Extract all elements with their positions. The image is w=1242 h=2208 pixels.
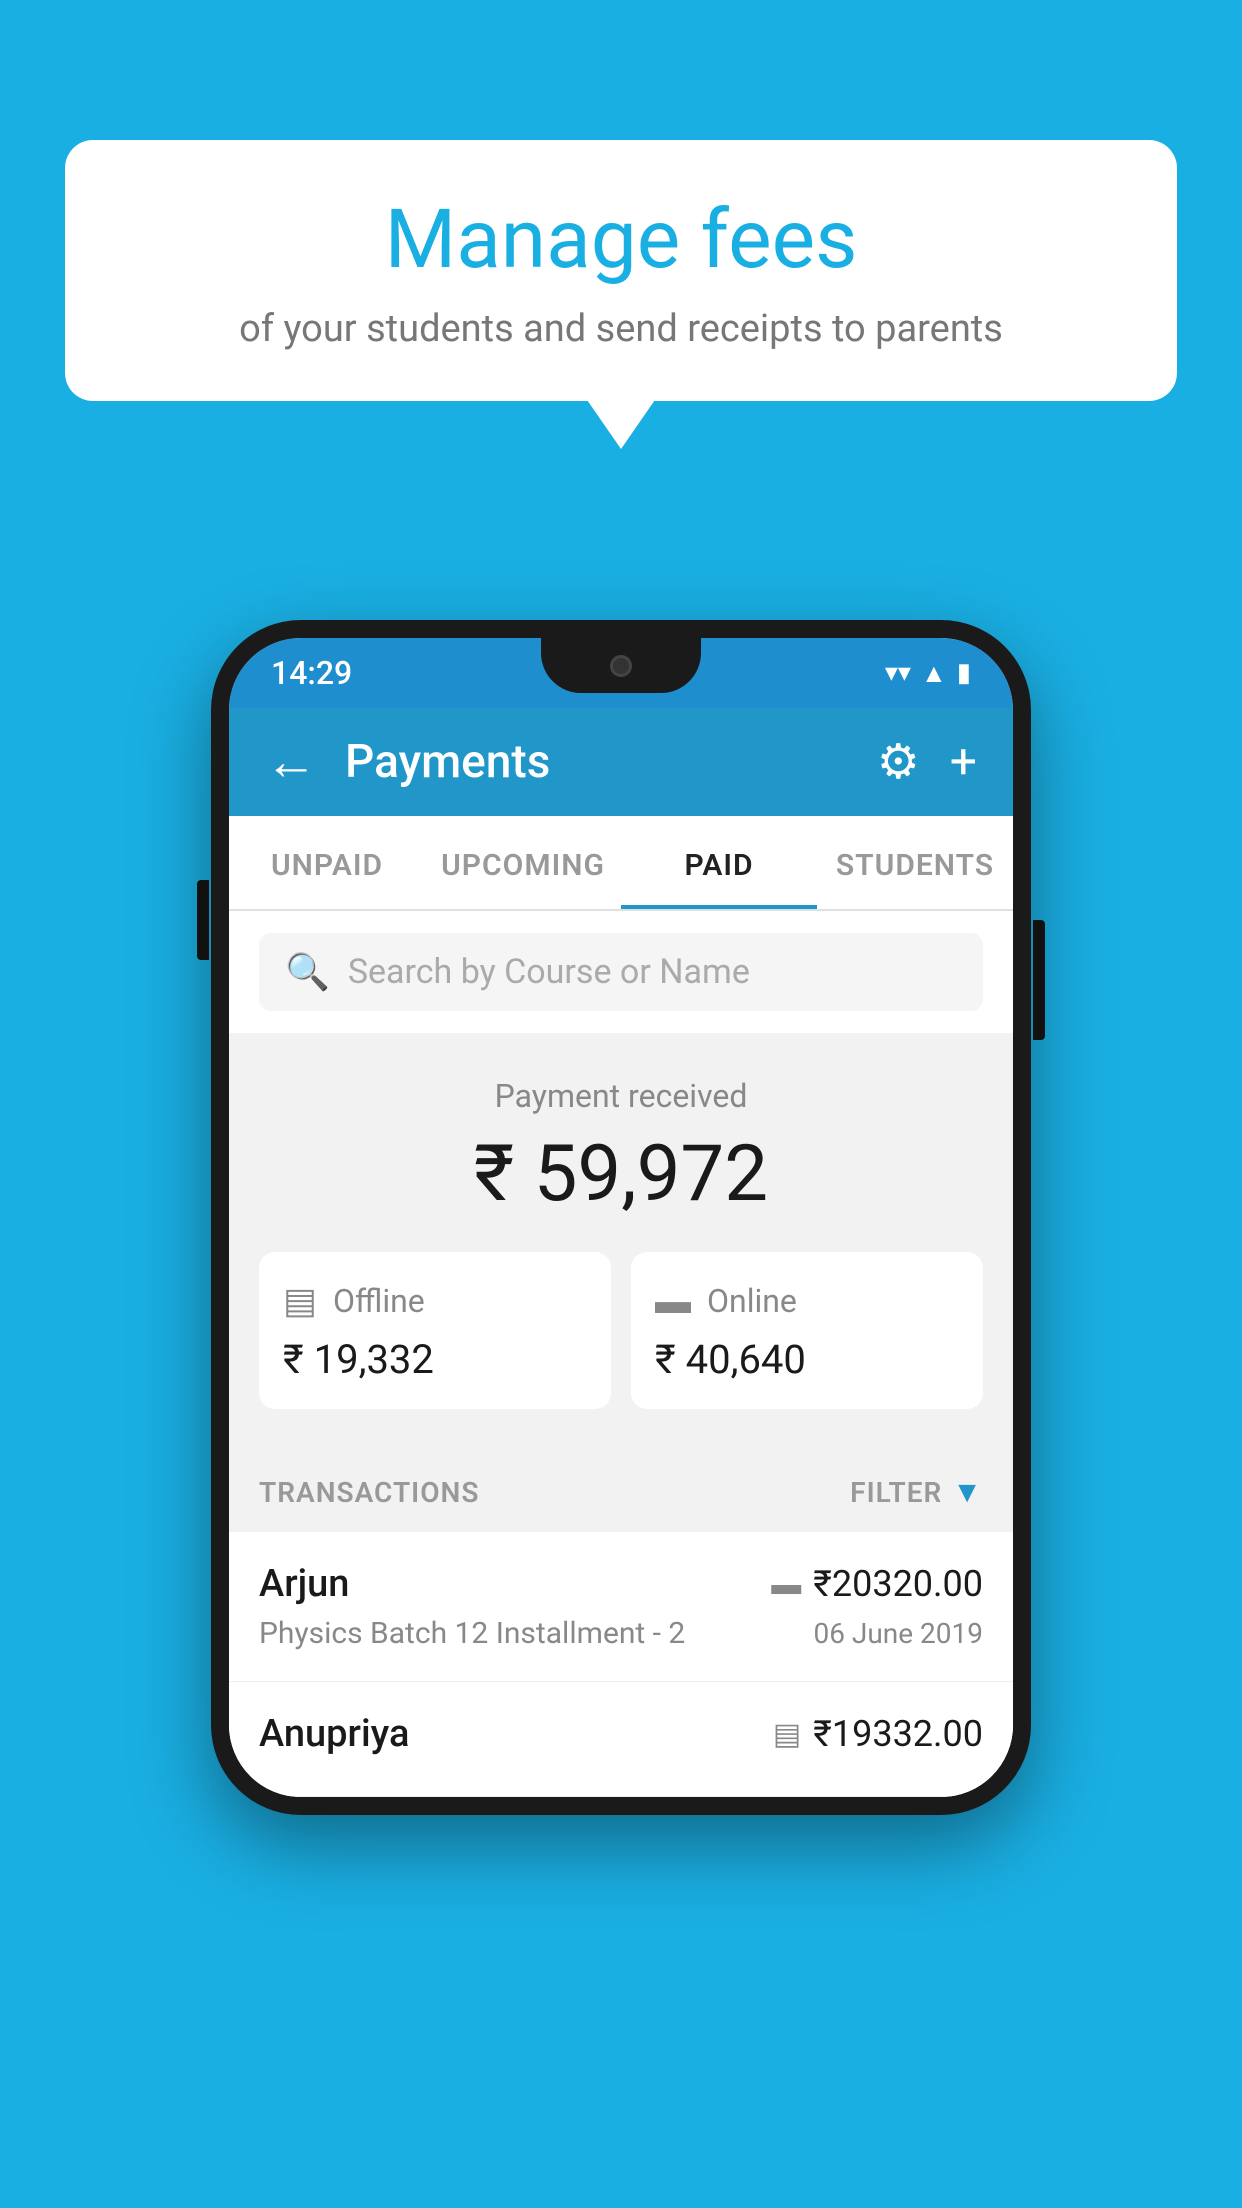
speech-bubble-section: Manage fees of your students and send re… (65, 140, 1177, 401)
transactions-label: TRANSACTIONS (259, 1476, 479, 1509)
offline-label: Offline (333, 1282, 425, 1320)
filter-label: FILTER (850, 1476, 942, 1509)
tab-students[interactable]: STUDENTS (817, 816, 1013, 909)
signal-icon: ▲ (921, 658, 947, 689)
tx-type-icon: ▤ (773, 1717, 801, 1752)
online-amount: ₹ 40,640 (655, 1336, 959, 1383)
search-icon: 🔍 (285, 951, 330, 993)
status-time: 14:29 (271, 654, 352, 692)
tx-top: Arjun ▬ ₹20320.00 (259, 1562, 983, 1606)
filter-button[interactable]: FILTER ▼ (850, 1475, 983, 1510)
speech-bubble: Manage fees of your students and send re… (65, 140, 1177, 401)
offline-icon: ▤ (283, 1280, 317, 1322)
tabs: UNPAID UPCOMING PAID STUDENTS (229, 816, 1013, 911)
tx-amount: ₹20320.00 (813, 1563, 983, 1605)
settings-icon[interactable]: ⚙ (877, 738, 920, 786)
offline-card-top: ▤ Offline (283, 1280, 587, 1322)
tx-amount-wrap: ▬ ₹20320.00 (771, 1563, 983, 1605)
back-button[interactable]: ← (265, 736, 317, 788)
tx-course: Physics Batch 12 Installment - 2 (259, 1616, 685, 1651)
online-card-top: ▬ Online (655, 1280, 959, 1322)
battery-icon: ▮ (957, 658, 971, 688)
search-input[interactable]: Search by Course or Name (348, 952, 750, 992)
online-card: ▬ Online ₹ 40,640 (631, 1252, 983, 1409)
transaction-row[interactable]: Anupriya ▤ ₹19332.00 (229, 1682, 1013, 1797)
tx-name: Anupriya (259, 1712, 409, 1756)
tx-amount: ₹19332.00 (813, 1713, 983, 1755)
online-icon: ▬ (655, 1280, 691, 1322)
tx-date: 06 June 2019 (813, 1617, 983, 1650)
tx-amount-wrap: ▤ ₹19332.00 (773, 1713, 983, 1755)
status-bar: 14:29 ▾▾ ▲ ▮ (229, 638, 1013, 708)
phone-outer: 14:29 ▾▾ ▲ ▮ ← Payments ⚙ + (211, 620, 1031, 1815)
tab-unpaid[interactable]: UNPAID (229, 816, 425, 909)
notch (541, 638, 701, 693)
tx-name: Arjun (259, 1562, 349, 1606)
header-title: Payments (345, 735, 877, 789)
offline-card: ▤ Offline ₹ 19,332 (259, 1252, 611, 1409)
tab-upcoming[interactable]: UPCOMING (425, 816, 621, 909)
app-header: ← Payments ⚙ + (229, 708, 1013, 816)
phone-mockup: 14:29 ▾▾ ▲ ▮ ← Payments ⚙ + (211, 620, 1031, 1815)
search-input-wrap[interactable]: 🔍 Search by Course or Name (259, 933, 983, 1011)
search-bar: 🔍 Search by Course or Name (229, 911, 1013, 1033)
payment-cards: ▤ Offline ₹ 19,332 ▬ Online ₹ 40,640 (259, 1252, 983, 1409)
add-button[interactable]: + (950, 738, 977, 786)
offline-amount: ₹ 19,332 (283, 1336, 587, 1383)
payment-summary: Payment received ₹ 59,972 ▤ Offline ₹ 19… (229, 1033, 1013, 1439)
tx-type-icon: ▬ (771, 1567, 801, 1602)
filter-icon: ▼ (952, 1475, 983, 1510)
bubble-title: Manage fees (125, 195, 1117, 285)
status-icons: ▾▾ ▲ ▮ (885, 658, 971, 689)
payment-amount: ₹ 59,972 (259, 1129, 983, 1220)
transactions-header: TRANSACTIONS FILTER ▼ (229, 1439, 1013, 1532)
tx-top: Anupriya ▤ ₹19332.00 (259, 1712, 983, 1756)
content-area: 🔍 Search by Course or Name Payment recei… (229, 911, 1013, 1797)
tx-bottom: Physics Batch 12 Installment - 2 06 June… (259, 1616, 983, 1651)
bubble-subtitle: of your students and send receipts to pa… (125, 307, 1117, 351)
wifi-icon: ▾▾ (885, 658, 911, 688)
tab-paid[interactable]: PAID (621, 816, 817, 909)
camera (610, 655, 632, 677)
payment-received-label: Payment received (259, 1077, 983, 1115)
online-label: Online (707, 1282, 797, 1320)
phone-inner: 14:29 ▾▾ ▲ ▮ ← Payments ⚙ + (229, 638, 1013, 1797)
header-icons: ⚙ + (877, 738, 977, 786)
transaction-row[interactable]: Arjun ▬ ₹20320.00 Physics Batch 12 Insta… (229, 1532, 1013, 1682)
